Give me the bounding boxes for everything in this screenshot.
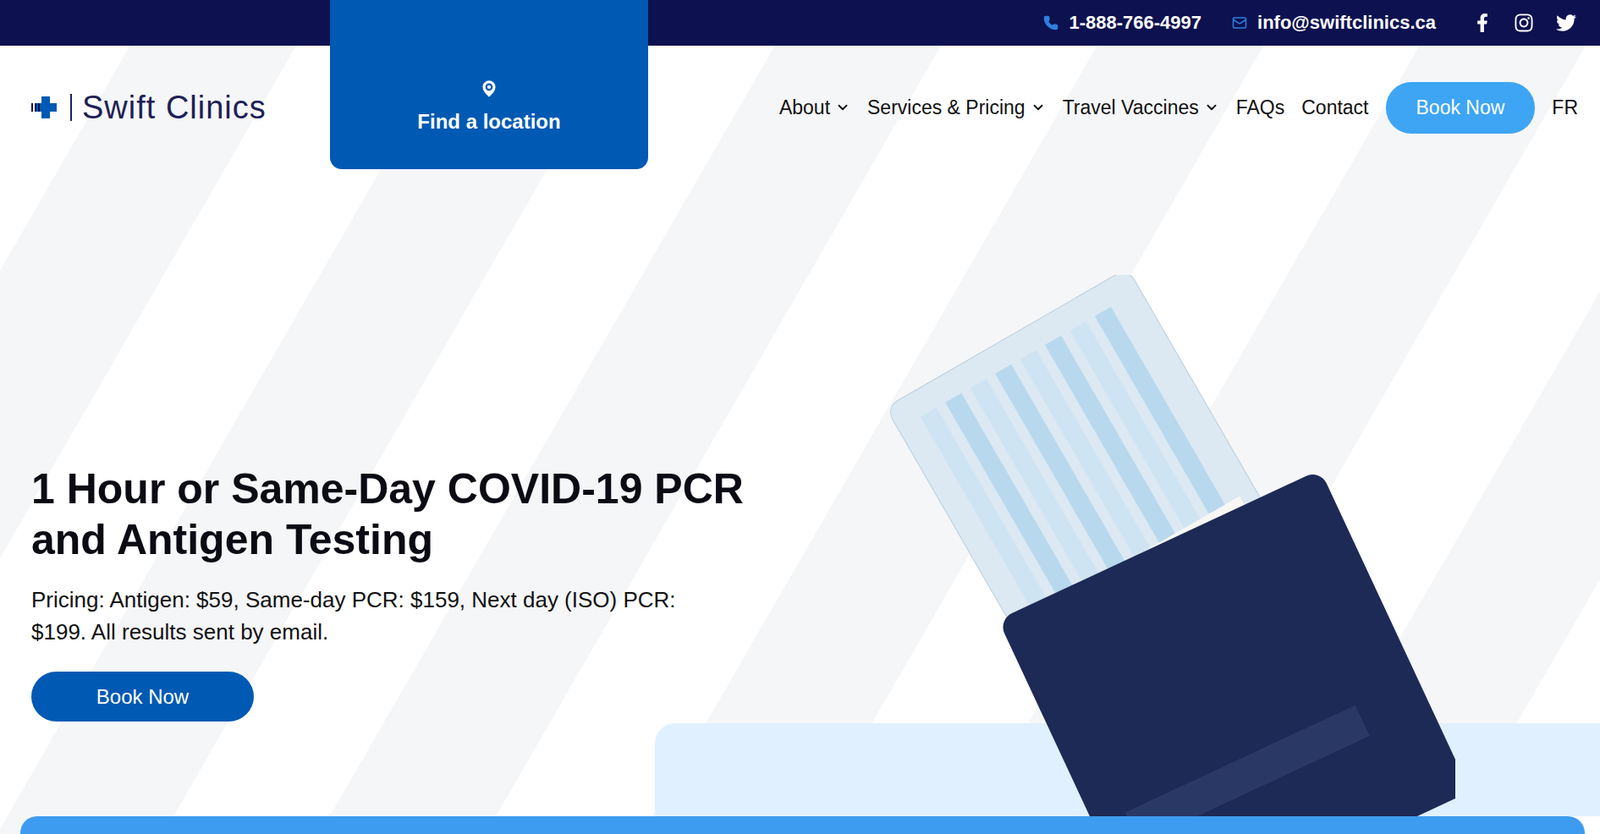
nav-item[interactable]: FAQs [1236, 96, 1286, 120]
facebook-link[interactable] [1473, 13, 1492, 33]
nav-item[interactable]: About [779, 96, 851, 120]
twitter-link[interactable] [1556, 12, 1577, 33]
nav-item[interactable]: Contact [1301, 96, 1369, 120]
top-bar: 1-888-766-4997 info@swiftclinics.ca [0, 0, 1600, 46]
map-pin-icon [478, 77, 501, 100]
email-link[interactable]: info@swiftclinics.ca [1231, 11, 1436, 34]
hero: 1 Hour or Same-Day COVID-19 PCR and Anti… [0, 169, 1600, 817]
chevron-down-icon [1204, 99, 1220, 116]
chevron-down-icon [835, 99, 851, 116]
language-toggle[interactable]: FR [1551, 96, 1579, 120]
phone-link[interactable]: 1-888-766-4997 [1043, 11, 1202, 34]
nav-item[interactable]: Travel Vaccines [1062, 96, 1220, 120]
logo-divider [70, 93, 72, 121]
find-location-button[interactable]: Find a location [329, 0, 649, 170]
logo[interactable]: Swift Clinics [31, 89, 267, 127]
phone-icon [1043, 15, 1059, 31]
passport-photo [846, 274, 1456, 817]
social-links [1473, 12, 1577, 33]
page: 1-888-766-4997 info@swiftclinics.ca Find a… [0, 0, 1600, 834]
hero-text: 1 Hour or Same-Day COVID-19 PCR and Anti… [0, 169, 813, 817]
main-nav: About Services & Pricing Travel Vaccines FA… [779, 82, 1579, 134]
chevron-down-icon [1030, 99, 1046, 116]
header: Swift Clinics About Services & Pricing Trav… [0, 45, 1600, 170]
instagram-icon [1513, 12, 1535, 33]
logo-cross-icon [31, 94, 61, 121]
facebook-icon [1473, 13, 1492, 33]
hero-visual [812, 169, 1600, 817]
book-now-nav-button[interactable]: Book Now [1385, 82, 1536, 134]
twitter-icon [1556, 12, 1577, 33]
bottom-bar [20, 816, 1585, 834]
hero-title: 1 Hour or Same-Day COVID-19 PCR and Anti… [31, 463, 813, 566]
hero-subtitle: Pricing: Antigen: $59, Same-day PCR: $15… [31, 583, 709, 649]
book-now-button[interactable]: Book Now [31, 671, 254, 722]
instagram-link[interactable] [1513, 12, 1535, 33]
mail-icon [1231, 15, 1248, 31]
nav-item[interactable]: Services & Pricing [867, 96, 1046, 120]
